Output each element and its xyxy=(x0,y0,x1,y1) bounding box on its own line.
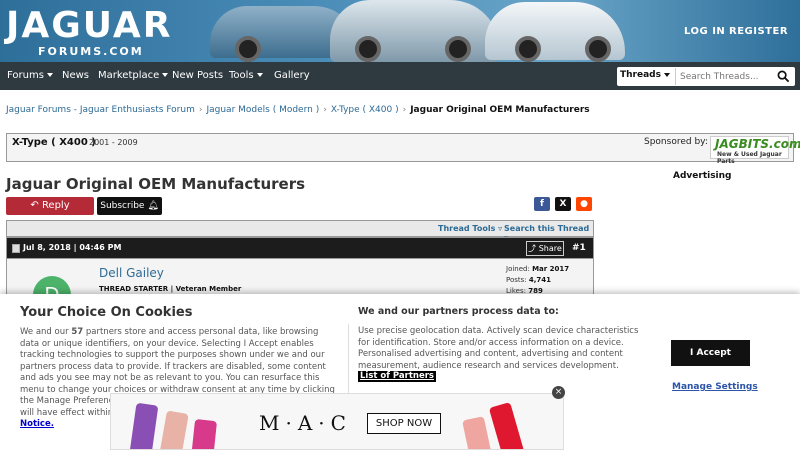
breadcrumb-current: Jaguar Original OEM Manufacturers xyxy=(410,105,590,115)
nav-forums[interactable]: Forums xyxy=(7,70,53,81)
site-logo[interactable]: JAGUAR FORUMS.COM xyxy=(6,5,176,59)
user-role: THREAD STARTER | Veteran Member xyxy=(99,285,242,293)
search-input[interactable] xyxy=(675,68,771,85)
reply-button[interactable]: ↶ Reply xyxy=(6,197,94,215)
stat-joined: Joined: Mar 2017 xyxy=(506,264,569,275)
thread-tools-menu[interactable]: Thread Tools ▿ xyxy=(438,224,502,233)
breadcrumb: Jaguar Forums - Jaguar Enthusiasts Forum… xyxy=(6,105,590,115)
logo-subtitle: FORUMS.COM xyxy=(38,45,144,58)
nav-new-posts[interactable]: New Posts xyxy=(172,70,223,81)
sponsor-logo[interactable]: JAGBITS.com New & Used Jaguar Parts xyxy=(710,136,800,165)
page-title: Jaguar Original OEM Manufacturers xyxy=(6,175,306,193)
forum-title[interactable]: X-Type ( X400 ) xyxy=(12,137,96,148)
search-scope-label: Threads xyxy=(620,70,661,80)
subscribe-label: Subscribe xyxy=(100,201,145,211)
post-doc-icon xyxy=(12,244,20,253)
login-link[interactable]: LOG IN xyxy=(684,26,725,37)
stat-posts: Posts: 4,741 xyxy=(506,275,569,286)
lipstick-image xyxy=(129,402,159,449)
stat-label: Joined: xyxy=(506,265,530,273)
ad-close-icon[interactable]: × xyxy=(552,386,565,399)
x-share-icon[interactable]: X xyxy=(555,197,571,211)
consent-purposes-text: Use precise geolocation data. Actively s… xyxy=(358,326,639,371)
reply-icon: ↶ xyxy=(30,200,39,211)
nav-label: Marketplace xyxy=(98,70,160,81)
forum-info-box: X-Type ( X400 ) 2001 - 2009 Sponsored by… xyxy=(6,133,800,165)
chevron-right-icon: › xyxy=(323,105,327,115)
stat-value: Mar 2017 xyxy=(532,265,570,273)
bell-icon: 🔔︎ xyxy=(147,201,159,211)
breadcrumb-link[interactable]: X-Type ( X400 ) xyxy=(331,105,399,115)
post-body: D Dell Gailey THREAD STARTER | Veteran M… xyxy=(6,259,594,314)
user-stats: Joined: Mar 2017 Posts: 4,741 Likes: 789 xyxy=(506,264,569,297)
thread-tools-bar: Thread Tools ▿ Search this Thread ▿ xyxy=(6,220,594,242)
nav-tools[interactable]: Tools xyxy=(229,70,263,81)
chevron-down-icon: ▿ xyxy=(498,224,503,233)
nav-gallery[interactable]: Gallery xyxy=(274,70,310,81)
site-header: JAGUAR FORUMS.COM LOG IN REGISTER xyxy=(0,0,800,62)
post-header: Jul 8, 2018 | 04:46 PM ⤴ Share #1 xyxy=(6,237,594,259)
post-username[interactable]: Dell Gailey xyxy=(99,266,164,280)
sponsor-logo-text: JAGBITS.com xyxy=(715,137,800,151)
post-date: Jul 8, 2018 | 04:46 PM xyxy=(23,243,122,252)
share-icon: ⤴ xyxy=(528,244,537,253)
search-icon[interactable] xyxy=(777,70,790,83)
breadcrumb-link[interactable]: Jaguar Forums - Jaguar Enthusiasts Forum xyxy=(6,105,195,115)
sponsor-tagline: New & Used Jaguar Parts xyxy=(717,151,782,165)
lipstick-image xyxy=(488,402,526,449)
search-box: Threads xyxy=(617,67,795,86)
stat-value: 4,741 xyxy=(528,276,552,284)
header-banner-cars xyxy=(205,0,625,62)
partners-count: 57 xyxy=(71,327,84,337)
list-of-partners-link[interactable]: List of Partners xyxy=(358,371,436,382)
main-nav: Forums News Marketplace New Posts Tools … xyxy=(0,62,800,90)
accept-button[interactable]: I Accept xyxy=(671,340,750,366)
chevron-down-icon xyxy=(162,73,169,77)
forum-years: 2001 - 2009 xyxy=(89,138,138,147)
nav-news[interactable]: News xyxy=(62,70,89,81)
post-share-button[interactable]: ⤴ Share xyxy=(526,241,564,256)
thread-starter-badge: THREAD STARTER xyxy=(99,285,169,293)
shop-now-button[interactable]: SHOP NOW xyxy=(367,413,441,434)
reddit-share-icon[interactable]: ● xyxy=(576,197,592,211)
chevron-down-icon xyxy=(663,72,670,77)
consent-purposes-title: We and our partners process data to: xyxy=(358,306,559,317)
chevron-down-icon xyxy=(46,73,53,77)
post-number[interactable]: #1 xyxy=(572,243,586,253)
stat-label: Posts: xyxy=(506,276,527,284)
thread-tools-label: Thread Tools xyxy=(438,224,496,233)
manage-settings-link[interactable]: Manage Settings xyxy=(672,382,758,392)
wheel-shape xyxy=(585,36,611,62)
share-label: Share xyxy=(538,244,562,253)
logo-wordmark: JAGUAR xyxy=(6,5,173,46)
chevron-right-icon: › xyxy=(198,105,203,115)
nav-label: Forums xyxy=(7,70,44,81)
chevron-down-icon xyxy=(256,73,263,77)
subscribe-button[interactable]: Subscribe 🔔︎ xyxy=(97,197,162,215)
sponsor-label: Sponsored by: xyxy=(644,137,708,147)
register-link[interactable]: REGISTER xyxy=(729,26,788,37)
lipstick-image xyxy=(190,418,218,449)
reply-label: Reply xyxy=(41,200,70,211)
nav-label: Tools xyxy=(229,70,254,81)
consent-title: Your Choice On Cookies xyxy=(20,305,193,320)
search-scope-select[interactable]: Threads xyxy=(620,70,670,80)
lipstick-image xyxy=(462,416,492,449)
wheel-shape xyxy=(445,36,471,62)
facebook-share-icon[interactable]: f xyxy=(534,197,550,211)
wheel-shape xyxy=(515,36,541,62)
consent-text: We and our xyxy=(20,327,72,337)
search-thread-label: Search this Thread xyxy=(504,224,590,233)
chevron-right-icon: › xyxy=(402,105,407,115)
advertising-label: Advertising xyxy=(673,171,732,181)
wheel-shape xyxy=(235,36,261,62)
breadcrumb-link[interactable]: Jaguar Models ( Modern ) xyxy=(206,105,319,115)
user-rank: Veteran Member xyxy=(175,285,242,293)
lipstick-image xyxy=(159,410,189,449)
mac-ad-banner[interactable]: M·A·C SHOP NOW xyxy=(110,393,564,450)
mac-logo: M·A·C xyxy=(259,411,352,435)
nav-marketplace[interactable]: Marketplace xyxy=(98,70,169,81)
wheel-shape xyxy=(355,36,381,62)
